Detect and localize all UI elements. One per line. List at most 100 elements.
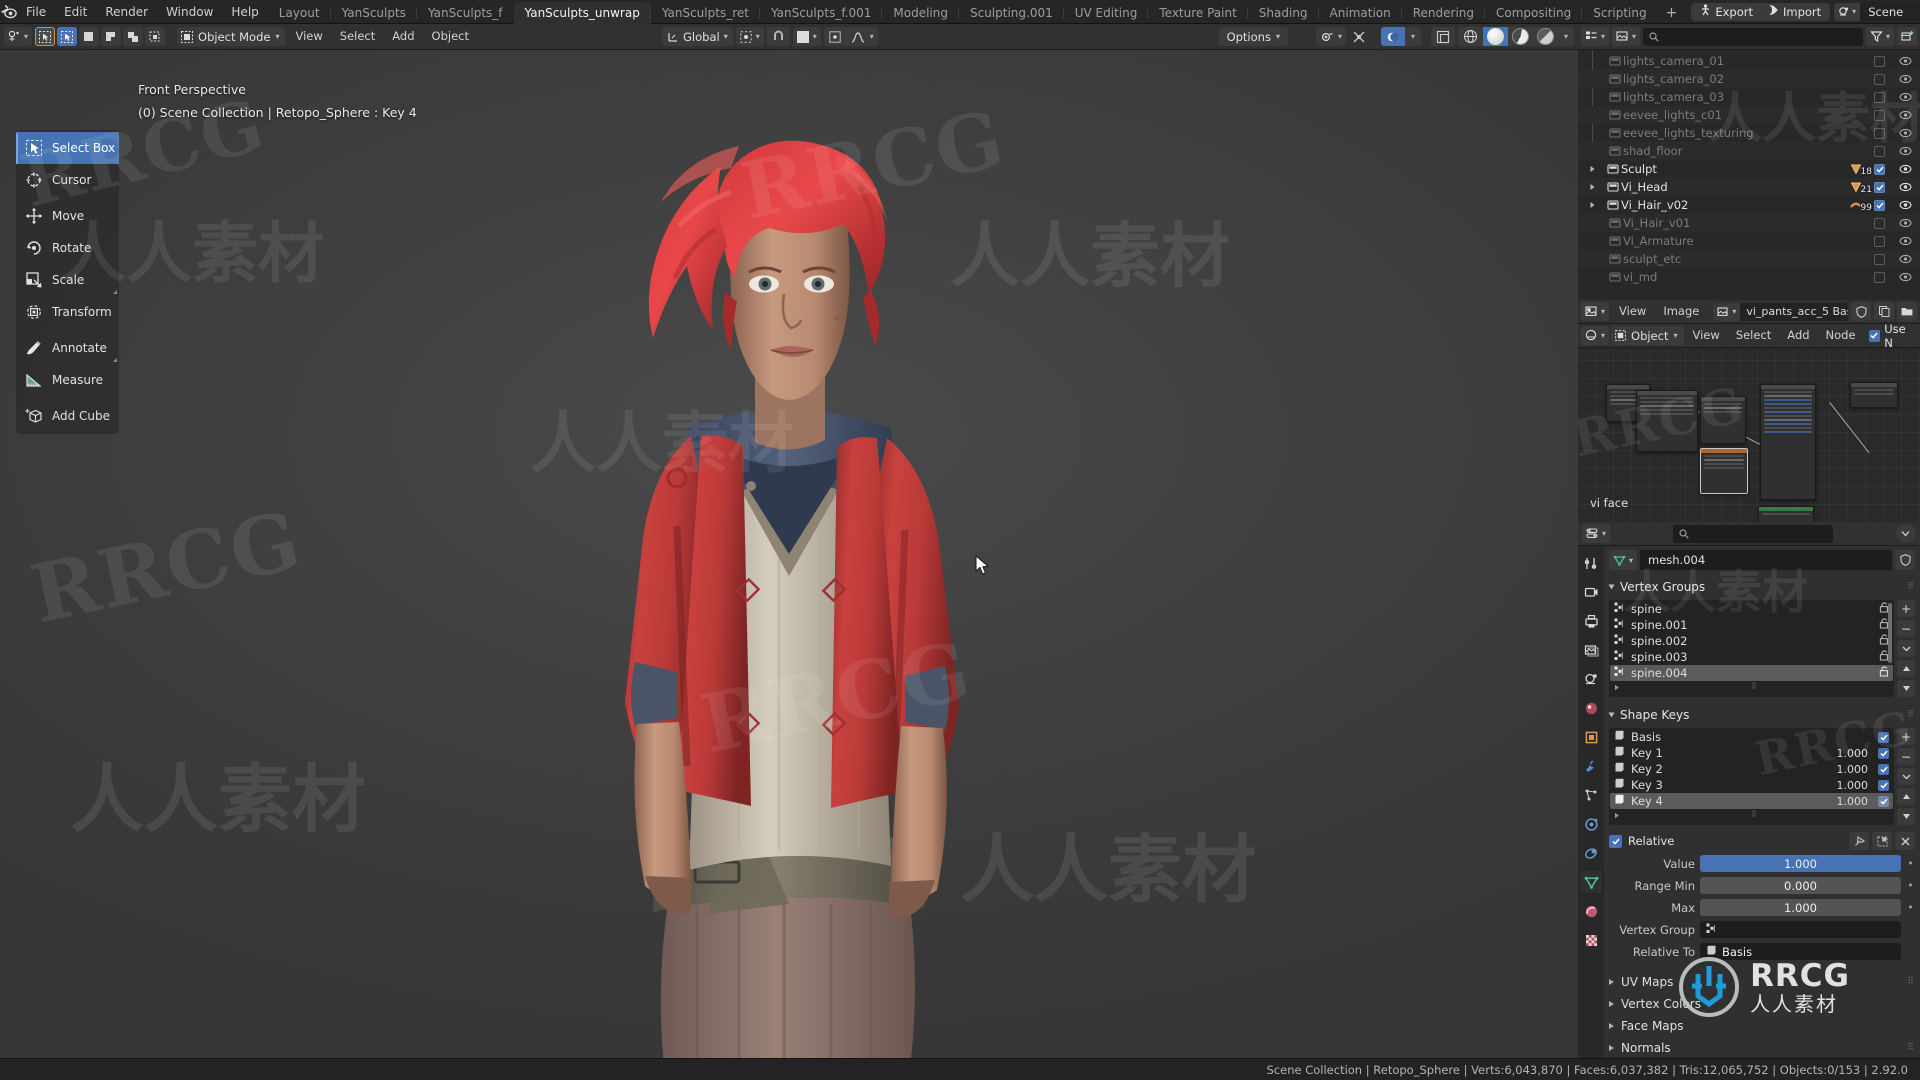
panel-header-uv-maps[interactable]: UV Maps ⠿ [1609,971,1915,993]
shader-node[interactable] [1636,390,1698,452]
pivot-point-icon[interactable] [736,27,756,46]
filter-funnel-icon[interactable]: ▾ [1865,27,1894,46]
shape-key-row[interactable]: Key 1 1.000 [1610,745,1893,761]
outliner-checkbox[interactable] [1874,127,1885,139]
tool-select-subtract-icon[interactable] [101,27,122,46]
tab-data-props-icon[interactable] [1580,871,1602,893]
vertex-groups-list-footer[interactable]: ⠿ [1610,681,1893,692]
viewport-menu-add[interactable]: Add [385,27,421,46]
outliner-checkbox[interactable] [1874,91,1885,103]
shader-node-canvas[interactable]: vi face RRCG [1578,348,1920,522]
animate-property-dot-icon[interactable]: • [1906,879,1915,892]
workspace-tab-sculpting001[interactable]: Sculpting.001 [957,2,1064,24]
transform-orientation-button[interactable]: Global ▾ [662,27,733,46]
properties-search-input[interactable] [1673,524,1833,543]
viewport-menu-object[interactable]: Object [425,27,476,46]
outliner-row-lights-camera-02[interactable]: lights_camera_02 [1578,70,1920,88]
outliner-checkbox[interactable] [1874,181,1885,193]
scene-icon[interactable]: ▾ [1834,2,1861,21]
field-value-value[interactable]: 1.000 [1700,855,1901,872]
move-shape-key-down-button[interactable] [1897,808,1915,825]
add-workspace-button[interactable]: + [1658,2,1686,24]
tool-select-box[interactable]: Select Box [16,132,119,164]
shape-keys-list-footer[interactable]: ⠿ [1610,809,1893,820]
visibility-chevron-down-icon[interactable]: ▾ [1338,27,1346,46]
workspace-tab-yansculpts-f001[interactable]: YanSculpts_f.001 [758,2,882,24]
image-name[interactable]: vi_pants_acc_5 Bas... [1740,302,1848,321]
outliner-row-vi-hair-v02[interactable]: Vi_Hair_v02 99 [1578,196,1920,214]
visibility-eye-icon[interactable] [1896,92,1914,102]
tab-modifier-props-icon[interactable] [1580,755,1602,777]
outliner-row-sculpt[interactable]: Sculpt 18 [1578,160,1920,178]
workspace-tab-modeling[interactable]: Modeling [881,2,959,24]
add-vertex-group-button[interactable]: + [1897,600,1915,617]
outliner-row-lights-camera-01[interactable]: lights_camera_01 [1578,52,1920,70]
menu-help[interactable]: Help [222,2,267,22]
relative-checkbox[interactable] [1609,834,1622,848]
pivot-point-chevron-down-icon[interactable]: ▾ [756,27,764,46]
tab-output-props-icon[interactable] [1580,610,1602,632]
outliner-checkbox[interactable] [1874,235,1885,247]
falloff-dot-icon[interactable] [824,27,846,46]
object-data-name[interactable]: mesh.004 [1640,550,1892,570]
workspace-tab-yansculpts-f[interactable]: YanSculpts_f [415,2,514,24]
falloff-chevron-down-icon[interactable]: ▾ [870,27,878,46]
remove-shape-key-button[interactable]: − [1897,748,1915,765]
shape-key-value[interactable]: 1.000 [1837,763,1869,776]
tool-scale[interactable]: Scale [16,264,119,296]
image-editor-menu-image[interactable]: Image [1656,302,1706,321]
snap-magnet-icon[interactable] [767,27,790,46]
image-editor-menu-view[interactable]: View [1612,302,1653,321]
outliner-row-shad-floor[interactable]: shad_floor [1578,142,1920,160]
transform-orientation-selector[interactable]: Global ▾ [662,27,733,46]
shader-node[interactable] [1760,384,1816,500]
vertex-groups-scrollbar[interactable] [1888,603,1892,663]
workspace-tab-yansculpts-ret[interactable]: YanSculpts_ret [649,2,760,24]
vertex-group-specials-chevron-down-icon[interactable] [1897,640,1915,657]
expand-list-chevron-right-icon[interactable] [1614,680,1620,694]
add-shape-key-button[interactable]: + [1897,728,1915,745]
vertex-group-row[interactable]: spine.001 [1610,617,1893,633]
workspace-tab-compositing[interactable]: Compositing [1484,2,1582,24]
workspace-tab-layout[interactable]: Layout [268,2,331,24]
shape-key-row[interactable]: Key 3 1.000 [1610,777,1893,793]
node-menu-select[interactable]: Select [1729,326,1778,345]
field-value-range-min[interactable]: 0.000 [1700,877,1901,894]
menu-edit[interactable]: Edit [55,2,96,22]
tool-transform[interactable]: Transform [16,296,119,328]
shape-key-enabled-checkbox[interactable] [1878,747,1889,759]
properties-options-chevron-down-icon[interactable] [1895,524,1916,543]
interaction-mode-selector[interactable]: Object Mode ▾ [177,27,286,46]
image-datablock-selector[interactable]: ▾ vi_pants_acc_5 Bas... [1713,302,1848,321]
image-editor[interactable]: ▾ View Image ▾ vi_pants_acc_5 Bas... [1578,300,1920,522]
outliner-checkbox[interactable] [1874,163,1885,175]
shape-key-vertex-group-row[interactable]: Vertex Group [1609,920,1915,939]
shape-key-enabled-checkbox[interactable] [1878,731,1889,743]
mesh-data-icon[interactable]: ▾ [1609,550,1638,570]
animate-property-dot-icon[interactable]: • [1906,857,1915,870]
object-data-selector[interactable]: ▾ mesh.004 [1609,550,1915,570]
unlocked-icon[interactable] [1879,666,1889,680]
overlays-chevron-down-icon[interactable]: ▾ [1405,27,1421,46]
move-vertex-group-up-button[interactable] [1897,660,1915,677]
shader-type-selector[interactable]: Object ▾ [1611,326,1684,345]
visibility-eye-icon[interactable] [1896,74,1914,84]
tab-texture-props-icon[interactable] [1580,929,1602,951]
panel-header-face-maps[interactable]: Face Maps [1609,1015,1915,1037]
field-value-relative-to[interactable]: Basis [1700,943,1901,960]
shape-key-enabled-checkbox[interactable] [1878,795,1889,807]
visibility-eye-icon[interactable] [1896,146,1914,156]
visibility-eye-icon[interactable] [1896,182,1914,192]
workspace-tab-scripting[interactable]: Scripting [1581,2,1657,24]
viewport-options-button[interactable]: Options ▾ [1218,27,1288,46]
visibility-selector[interactable]: ▾ [1315,27,1346,46]
expand-list-chevron-right-icon[interactable] [1614,808,1620,822]
outliner-row-vi-md[interactable]: vi_md [1578,268,1920,286]
move-shape-key-up-button[interactable] [1897,788,1915,805]
viewport-menu-select[interactable]: Select [333,27,382,46]
vertex-group-row[interactable]: spine.002 [1610,633,1893,649]
visibility-eye-icon[interactable] [1896,218,1914,228]
menu-render[interactable]: Render [96,2,157,22]
menu-file[interactable]: File [17,2,55,22]
overlays-icon[interactable] [1380,27,1405,46]
